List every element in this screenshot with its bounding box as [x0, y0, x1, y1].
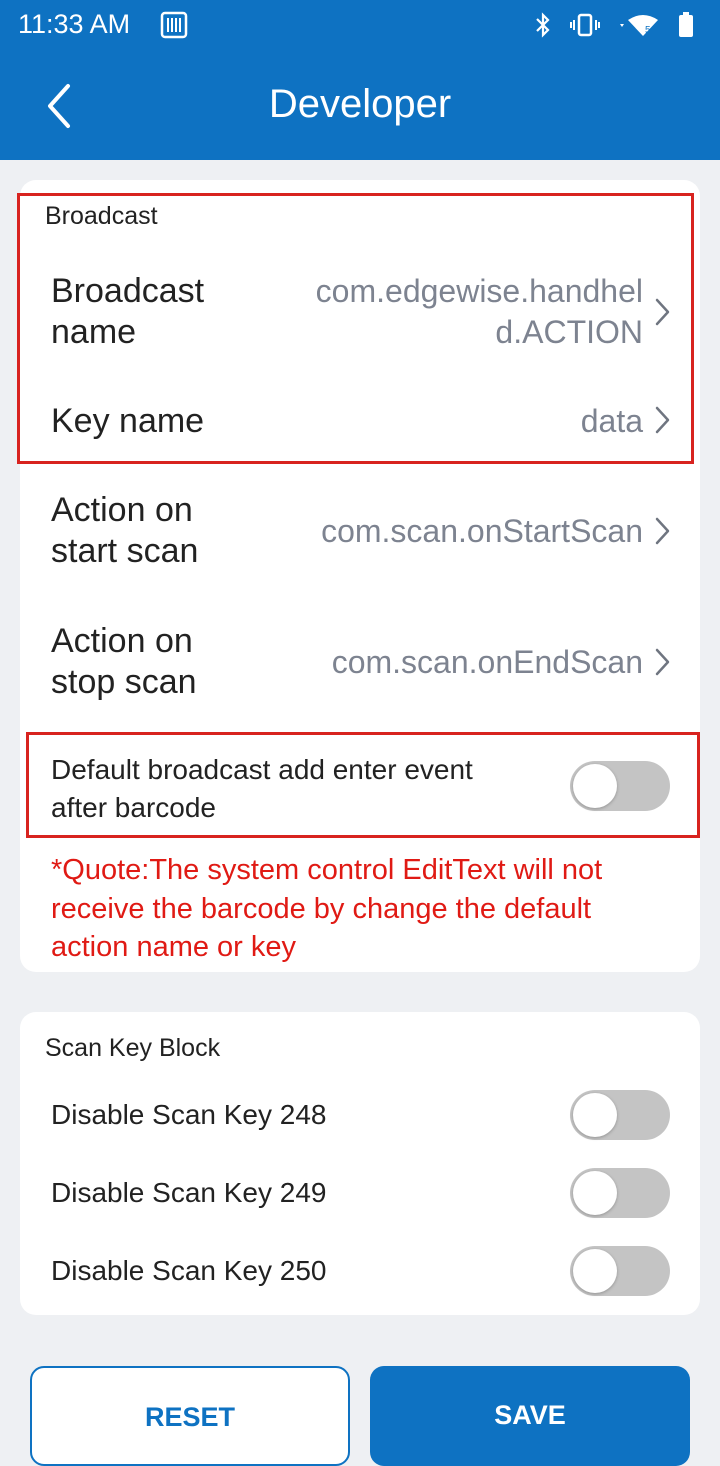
status-bar: 11:33 AM 5 [0, 0, 720, 52]
scan-key-250-row: Disable Scan Key 250 [20, 1246, 700, 1296]
action-stop-scan-value: com.scan.onEndScan [331, 644, 643, 680]
app-bar: Developer [0, 52, 720, 160]
battery-icon [679, 12, 693, 37]
chevron-right-icon [655, 517, 670, 545]
action-stop-scan-row[interactable]: Action on stop scan com.scan.onEndScan [20, 617, 700, 707]
scan-key-248-row: Disable Scan Key 248 [20, 1090, 700, 1140]
toggle-knob [573, 1249, 617, 1293]
wifi-icon: 5 [620, 15, 658, 36]
chevron-right-icon [655, 648, 670, 676]
bluetooth-icon [536, 12, 550, 38]
quote-warning-text: *Quote:The system control EditText will … [51, 854, 603, 963]
scan-key-250-label: Disable Scan Key 250 [51, 1255, 327, 1286]
reset-button[interactable]: RESET [30, 1366, 350, 1466]
action-start-scan-row[interactable]: Action on start scan com.scan.onStartSca… [20, 486, 700, 576]
section-label-scan-key-block: Scan Key Block [45, 1034, 221, 1062]
toggle-knob [573, 1093, 617, 1137]
highlight-box-enter-event [26, 732, 700, 838]
vibrate-icon [570, 13, 600, 37]
scan-key-250-toggle[interactable] [570, 1246, 670, 1296]
barcode-icon [160, 11, 188, 39]
page-title: Developer [268, 82, 452, 126]
toggle-knob [573, 1171, 617, 1215]
action-start-scan-label: Action on start scan [51, 491, 199, 570]
scan-key-block-card: Scan Key Block Disable Scan Key 248 Disa… [20, 1012, 700, 1315]
status-time: 11:33 AM [18, 9, 131, 39]
scan-key-249-label: Disable Scan Key 249 [51, 1177, 327, 1208]
scan-key-249-row: Disable Scan Key 249 [20, 1168, 700, 1218]
action-stop-scan-label: Action on stop scan [51, 622, 197, 701]
scan-key-249-toggle[interactable] [570, 1168, 670, 1218]
highlight-box-broadcast [17, 193, 694, 464]
svg-text:5: 5 [645, 25, 651, 36]
scan-key-248-label: Disable Scan Key 248 [51, 1099, 327, 1130]
save-button[interactable]: SAVE [370, 1366, 690, 1466]
action-start-scan-value: com.scan.onStartScan [321, 513, 643, 549]
scan-key-248-toggle[interactable] [570, 1090, 670, 1140]
